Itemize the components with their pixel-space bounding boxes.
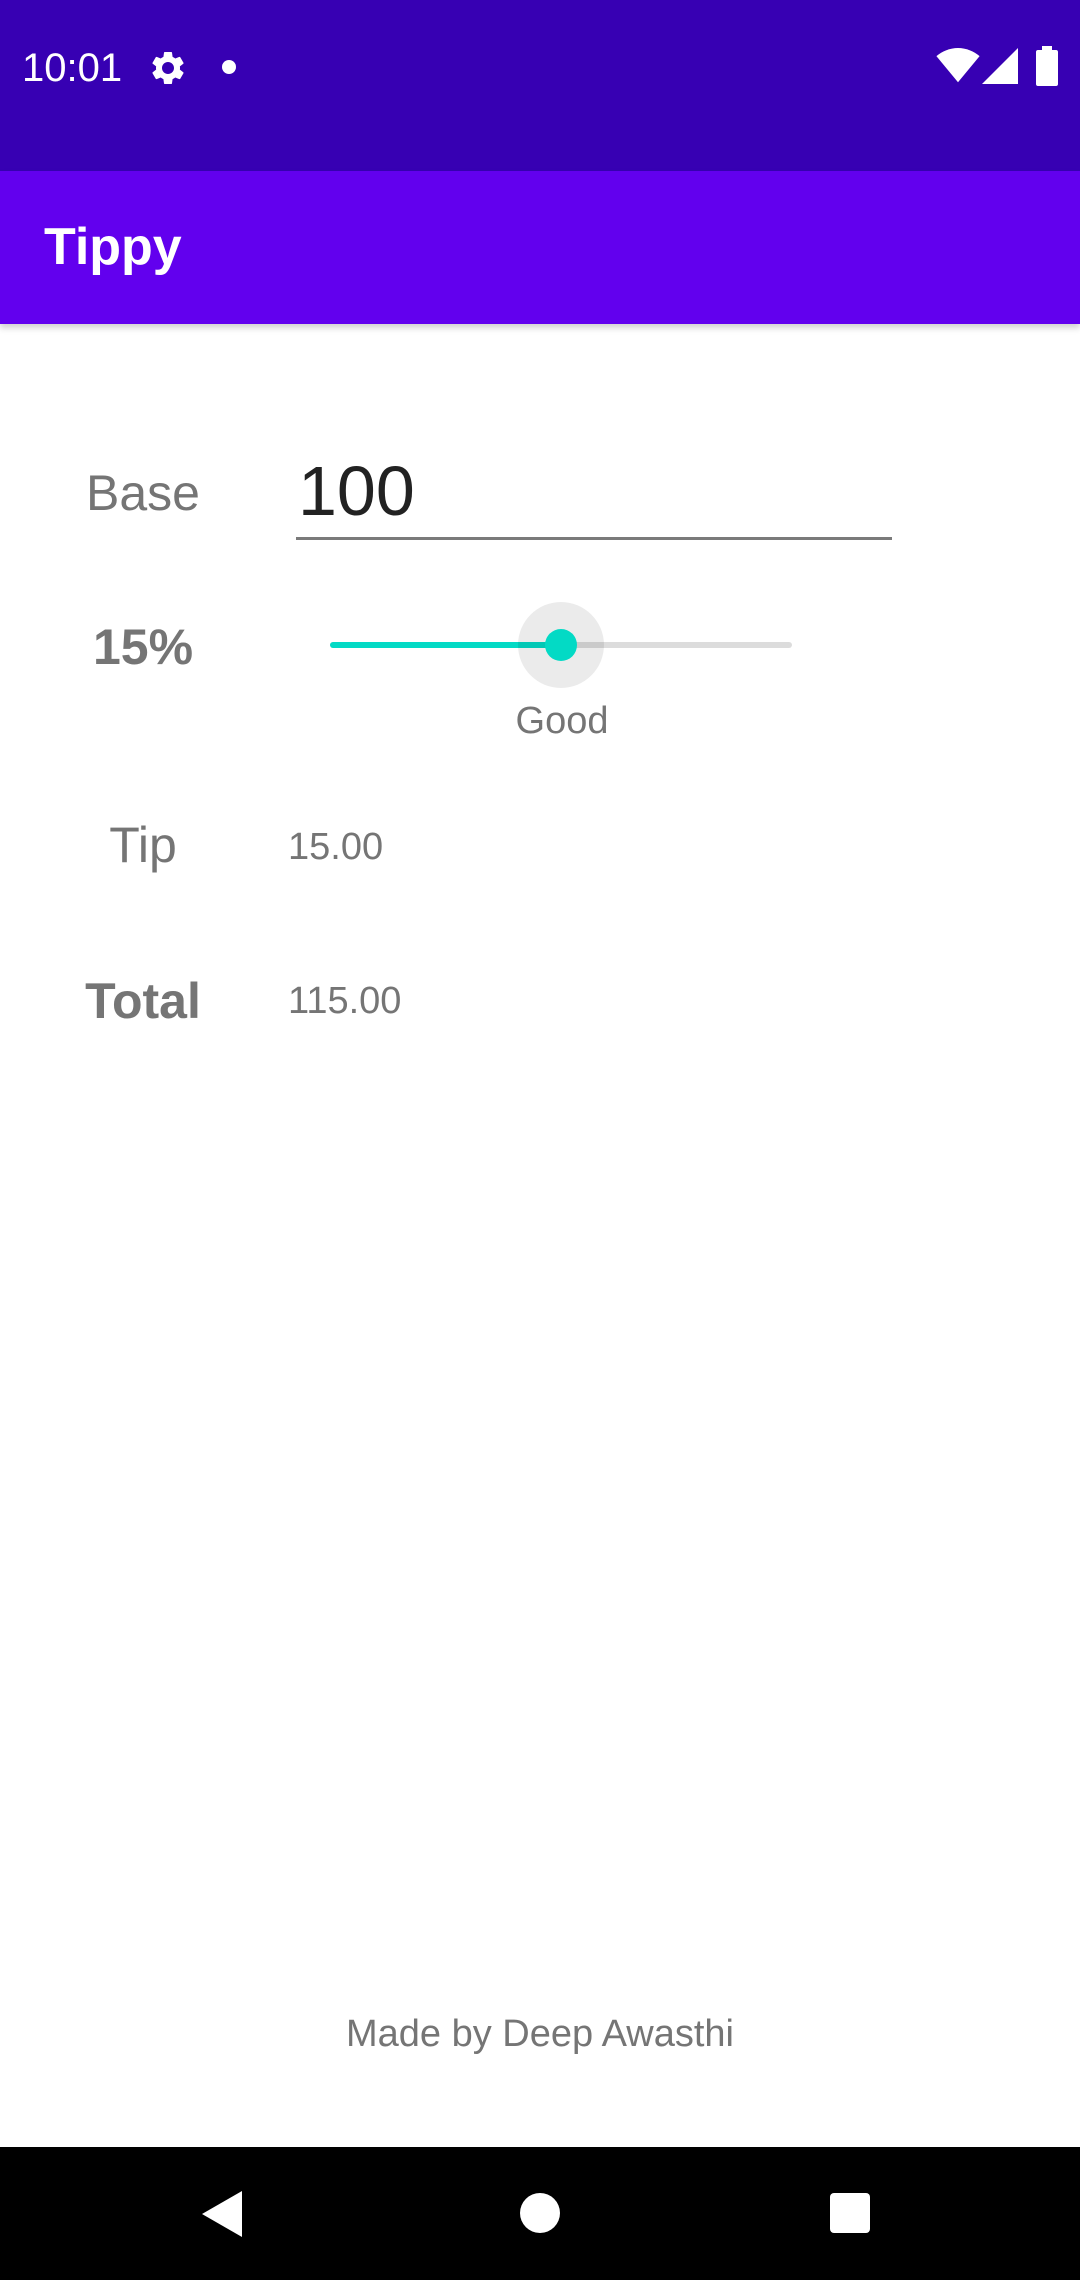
- tip-amount: 15.00: [288, 826, 384, 868]
- gear-icon: [152, 52, 184, 84]
- app-title: Tippy: [44, 218, 182, 276]
- app-bar: Tippy: [0, 171, 1080, 324]
- status-bar: 10:01: [0, 0, 1080, 171]
- base-amount-input[interactable]: [296, 444, 892, 540]
- status-time: 10:01: [22, 46, 123, 90]
- tip-percent-slider[interactable]: [330, 602, 792, 688]
- navigation-bar: [0, 2147, 1080, 2280]
- slider-thumb[interactable]: [545, 629, 577, 661]
- total-amount: 115.00: [288, 980, 402, 1022]
- tip-label: Tip: [109, 817, 177, 873]
- tip-percent-label: 15%: [92, 619, 194, 675]
- notification-dot-icon: [222, 60, 236, 74]
- battery-icon: [1036, 46, 1058, 86]
- recents-icon[interactable]: [830, 2193, 870, 2233]
- home-icon[interactable]: [520, 2193, 560, 2233]
- footer-credit: Made by Deep Awasthi: [346, 2013, 734, 2055]
- back-icon[interactable]: [202, 2189, 248, 2239]
- wifi-icon: [936, 48, 980, 83]
- base-label: Base: [86, 465, 200, 521]
- cell-signal-icon: [982, 48, 1018, 84]
- total-label: Total: [85, 973, 201, 1029]
- tip-description: Good: [515, 700, 609, 742]
